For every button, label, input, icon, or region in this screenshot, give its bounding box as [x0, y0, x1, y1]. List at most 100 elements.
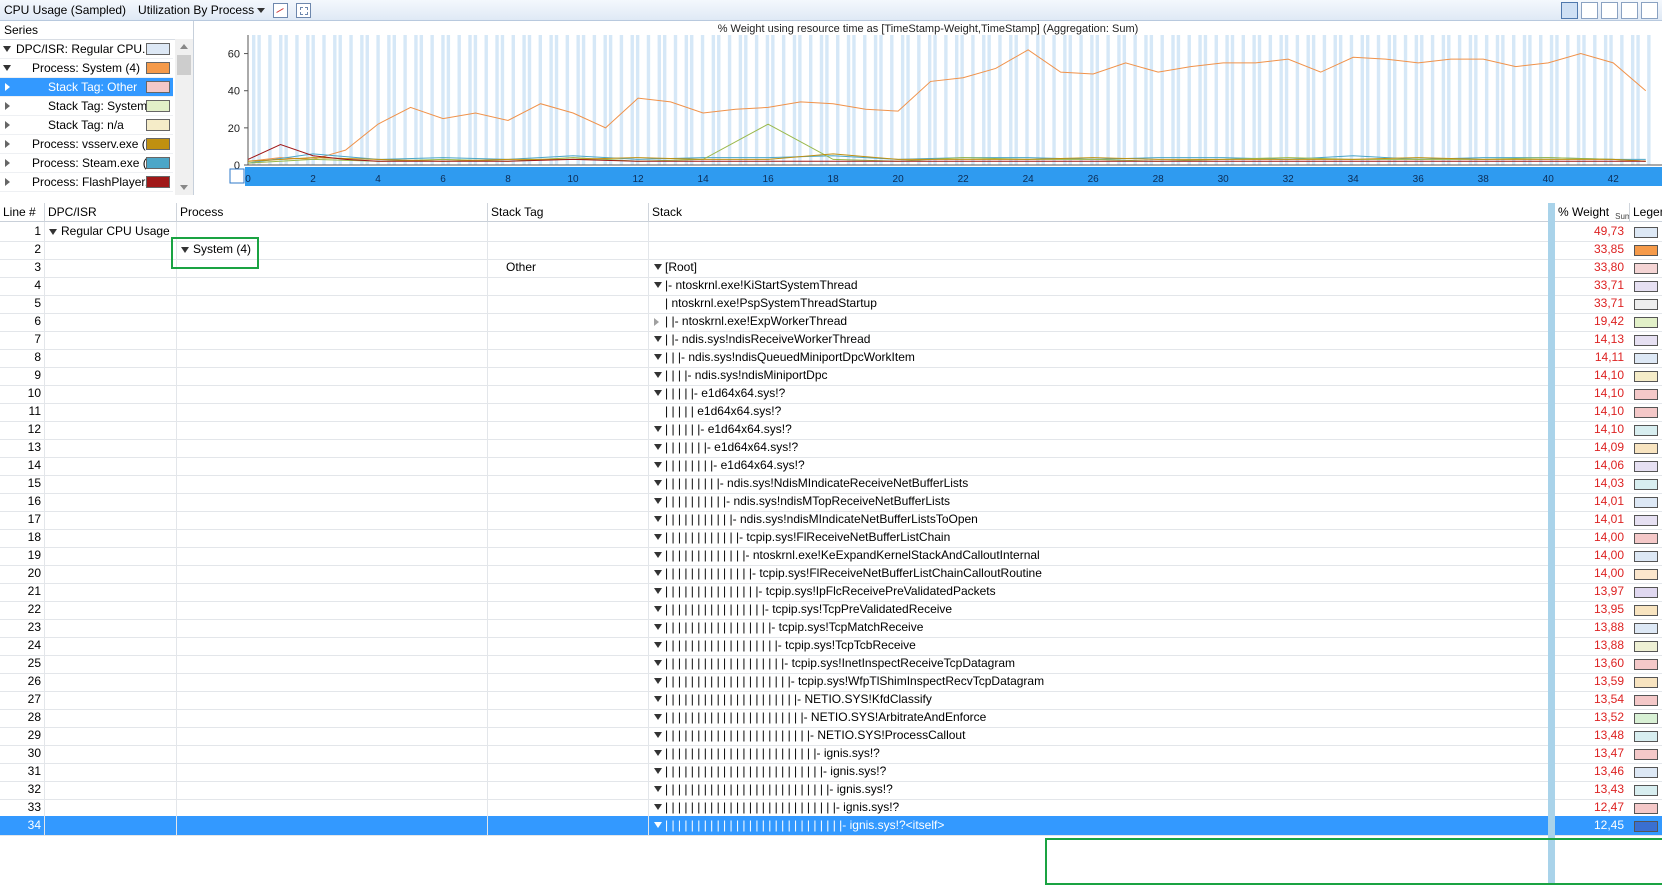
expand-down-icon[interactable] [654, 264, 662, 270]
table-row[interactable]: 10 | | | | |- e1d64x64.sys!? 14,10 [0, 384, 1662, 404]
table-row[interactable]: 17 | | | | | | | | | | |- ndis.sys!ndisMI… [0, 510, 1662, 530]
expand-down-icon[interactable] [654, 390, 662, 396]
table-row[interactable]: 1 Regular CPU Usage 49,73 [0, 222, 1662, 242]
expand-down-icon[interactable] [654, 768, 662, 774]
expand-down-icon[interactable] [654, 336, 662, 342]
table-row[interactable]: 5 | ntoskrnl.exe!PspSystemThreadStartup 33… [0, 294, 1662, 314]
table-row[interactable]: 4 |- ntoskrnl.exe!KiStartSystemThread 33,7… [0, 276, 1662, 296]
table-row[interactable]: 30 | | | | | | | | | | | | | | | | | | | … [0, 744, 1662, 764]
series-item[interactable]: DPC/ISR: Regular CPU... [0, 40, 173, 59]
expand-right-icon[interactable] [0, 159, 14, 167]
table-row[interactable]: 18 | | | | | | | | | | | |- tcpip.sys!FlR… [0, 528, 1662, 548]
table-row[interactable]: 25 | | | | | | | | | | | | | | | | | | |-… [0, 654, 1662, 674]
expand-down-icon[interactable] [654, 534, 662, 540]
table-row[interactable]: 16 | | | | | | | | | |- ndis.sys!ndisMTop… [0, 492, 1662, 512]
expand-down-icon[interactable] [654, 588, 662, 594]
series-item[interactable]: Stack Tag: Other [0, 78, 173, 97]
expand-right-icon[interactable] [0, 83, 14, 91]
series-scrollbar[interactable] [175, 39, 193, 195]
table-row[interactable]: 12 | | | | | |- e1d64x64.sys!? 14,10 [0, 420, 1662, 440]
expand-down-icon[interactable] [0, 65, 14, 71]
scroll-up-icon[interactable] [180, 44, 188, 49]
table-row[interactable]: 2 System (4) 33,85 [0, 240, 1662, 260]
expand-right-icon[interactable] [0, 178, 14, 186]
expand-down-icon[interactable] [654, 696, 662, 702]
col-header-weight[interactable]: % Weight Sum [1555, 203, 1630, 222]
maximize-icon[interactable] [1641, 2, 1658, 19]
table-row[interactable]: 32 | | | | | | | | | | | | | | | | | | | … [0, 780, 1662, 800]
scroll-down-icon[interactable] [180, 185, 188, 190]
expand-down-icon[interactable] [654, 480, 662, 486]
expand-down-icon[interactable] [654, 372, 662, 378]
expand-down-icon[interactable] [654, 678, 662, 684]
expand-down-icon[interactable] [654, 642, 662, 648]
expand-down-icon[interactable] [654, 516, 662, 522]
expand-right-icon[interactable] [0, 140, 14, 148]
graph-and-table-view-icon[interactable] [1561, 2, 1578, 19]
col-header-line[interactable]: Line # [0, 203, 45, 222]
expand-right-icon[interactable] [654, 318, 659, 326]
table-row[interactable]: 13 | | | | | | |- e1d64x64.sys!? 14,09 [0, 438, 1662, 458]
col-header-dpc[interactable]: DPC/ISR [45, 203, 177, 222]
table-row[interactable]: 21 | | | | | | | | | | | | | | |- tcpip.s… [0, 582, 1662, 602]
column-splitter[interactable] [1548, 203, 1555, 883]
expand-down-icon[interactable] [654, 732, 662, 738]
expand-down-icon[interactable] [49, 228, 57, 235]
expand-down-icon[interactable] [654, 660, 662, 666]
table-row[interactable]: 11 | | | | | e1d64x64.sys!? 14,10 [0, 402, 1662, 422]
series-item[interactable]: Process: vsserv.exe (... [0, 135, 173, 154]
series-item[interactable]: Process: System (4) [0, 59, 173, 78]
table-row[interactable]: 8 | | |- ndis.sys!ndisQueuedMiniportDpcWo… [0, 348, 1662, 368]
minimize-icon[interactable] [1621, 2, 1638, 19]
table-row[interactable]: 24 | | | | | | | | | | | | | | | | | |- t… [0, 636, 1662, 656]
table-row[interactable]: 29 | | | | | | | | | | | | | | | | | | | … [0, 726, 1662, 746]
table-row[interactable]: 3 Other [Root] 33,80 [0, 258, 1662, 278]
table-row[interactable]: 19 | | | | | | | | | | | | |- ntoskrnl.ex… [0, 546, 1662, 566]
series-item[interactable]: Stack Tag: System [0, 97, 173, 116]
col-header-legend[interactable]: Legend [1630, 203, 1662, 222]
expand-down-icon[interactable] [654, 444, 662, 450]
expand-down-icon[interactable] [0, 46, 14, 52]
series-item[interactable]: Stack Tag: n/a [0, 116, 173, 135]
col-header-stack-tag[interactable]: Stack Tag [488, 203, 649, 222]
expand-down-icon[interactable] [654, 750, 662, 756]
expand-down-icon[interactable] [654, 624, 662, 630]
chart-options-icon[interactable] [273, 2, 289, 18]
table-row[interactable]: 22 | | | | | | | | | | | | | | | |- tcpip… [0, 600, 1662, 620]
expand-down-icon[interactable] [654, 606, 662, 612]
table-row[interactable]: 33 | | | | | | | | | | | | | | | | | | | … [0, 798, 1662, 818]
expand-down-icon[interactable] [654, 570, 662, 576]
view-selector-dropdown[interactable]: Utilization By Process [138, 3, 266, 17]
table-row[interactable]: 9 | | | |- ndis.sys!ndisMiniportDpc 14,10 [0, 366, 1662, 386]
expand-down-icon[interactable] [654, 714, 662, 720]
table-row[interactable]: 23 | | | | | | | | | | | | | | | | |- tcp… [0, 618, 1662, 638]
expand-down-icon[interactable] [181, 246, 189, 253]
table-row[interactable]: 14 | | | | | | | |- e1d64x64.sys!? 14,06 [0, 456, 1662, 476]
table-row[interactable]: 28 | | | | | | | | | | | | | | | | | | | … [0, 708, 1662, 728]
col-header-stack[interactable]: Stack [649, 203, 1549, 222]
chart-plot[interactable]: 02040600 2 4 6 8 10 12 14 16 18 20 22 24 26 28 30 32 34 36… [194, 21, 1662, 195]
table-row[interactable]: 26 | | | | | | | | | | | | | | | | | | | … [0, 672, 1662, 692]
expand-down-icon[interactable] [654, 804, 662, 810]
expand-down-icon[interactable] [654, 552, 662, 558]
table-row[interactable]: 20 | | | | | | | | | | | | | |- tcpip.sys… [0, 564, 1662, 584]
expand-down-icon[interactable] [654, 282, 662, 288]
expand-down-icon[interactable] [654, 354, 662, 360]
select-region-icon[interactable] [296, 2, 312, 18]
table-row[interactable]: 15 | | | | | | | | |- ndis.sys!NdisMIndic… [0, 474, 1662, 494]
table-row[interactable]: 27 | | | | | | | | | | | | | | | | | | | … [0, 690, 1662, 710]
table-row[interactable]: 31 | | | | | | | | | | | | | | | | | | | … [0, 762, 1662, 782]
table-row[interactable]: 34 | | | | | | | | | | | | | | | | | | | … [0, 816, 1662, 836]
table-row[interactable]: 7 | |- ndis.sys!ndisReceiveWorkerThread 14… [0, 330, 1662, 350]
expand-down-icon[interactable] [654, 426, 662, 432]
expand-down-icon[interactable] [654, 462, 662, 468]
expand-right-icon[interactable] [0, 121, 14, 129]
cpu-usage-chart[interactable]: % Weight using resource time as [TimeSta… [194, 21, 1662, 195]
graph-only-view-icon[interactable] [1581, 2, 1598, 19]
series-item[interactable]: Process: Steam.exe (... [0, 154, 173, 173]
expand-right-icon[interactable] [0, 102, 14, 110]
expand-down-icon[interactable] [654, 498, 662, 504]
expand-down-icon[interactable] [654, 822, 662, 828]
expand-down-icon[interactable] [654, 786, 662, 792]
series-item[interactable]: Process: FlashPlayer... [0, 173, 173, 192]
